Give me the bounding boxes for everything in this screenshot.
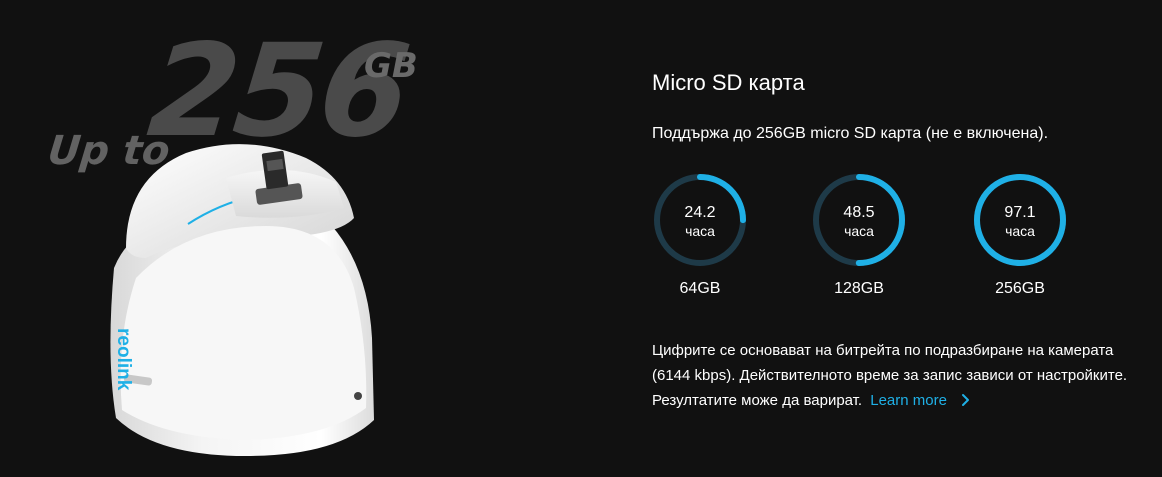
gauge-value: 24.2 xyxy=(684,204,716,221)
gauge-128gb: 48.5 часа 128GB xyxy=(811,172,911,302)
footnote-line-3: Резултатите може да варират. Learn more xyxy=(652,388,1162,413)
footnote-line-3-text: Резултатите може да варират. xyxy=(652,392,863,409)
gauge-value: 97.1 xyxy=(1004,204,1036,221)
chevron-right-icon xyxy=(961,394,969,406)
hero-graphic: Up to 256 GB reolink xyxy=(0,0,600,477)
gauge-unit: часа xyxy=(1005,223,1035,239)
learn-more-link[interactable]: Learn more xyxy=(870,392,971,409)
gauge-label: 128GB xyxy=(834,280,884,297)
footnote-line-2: (6144 kbps). Действителното време за зап… xyxy=(652,367,1128,384)
camera-image: reolink xyxy=(110,144,374,456)
section-title: Micro SD карта xyxy=(652,70,805,95)
gauge-unit: часа xyxy=(844,223,874,239)
footnote-line-1: Цифрите се основават на битрейта по подр… xyxy=(652,342,1114,359)
gauge-256gb: 97.1 часа 256GB xyxy=(972,172,1072,302)
learn-more-label: Learn more xyxy=(870,392,947,409)
gauge-value: 48.5 xyxy=(843,204,875,221)
section-subtitle: Поддържа до 256GB micro SD карта (не е в… xyxy=(652,125,1049,142)
sd-card-section: Micro SD карта Поддържа до 256GB micro S… xyxy=(652,0,1162,477)
footnote: Цифрите се основават на битрейта по подр… xyxy=(652,338,1162,413)
brand-logo: reolink xyxy=(113,328,134,391)
hero-unit: GB xyxy=(364,46,418,86)
gauge-unit: часа xyxy=(685,223,715,239)
gauge-64gb: 24.2 часа 64GB xyxy=(652,172,752,302)
gauge-label: 64GB xyxy=(679,280,721,297)
gauge-label: 256GB xyxy=(995,280,1045,297)
